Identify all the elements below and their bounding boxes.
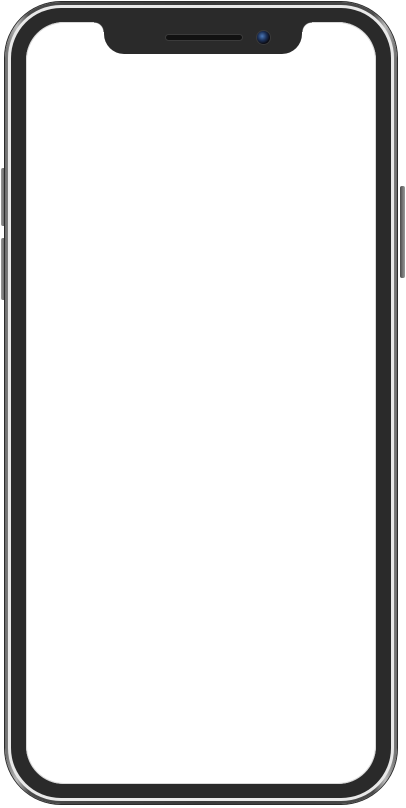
earpiece-speaker (166, 35, 242, 40)
phone-mockup (0, 0, 406, 808)
phone-screen[interactable] (26, 22, 376, 784)
front-camera-icon (257, 31, 270, 44)
power-button[interactable] (400, 186, 405, 278)
